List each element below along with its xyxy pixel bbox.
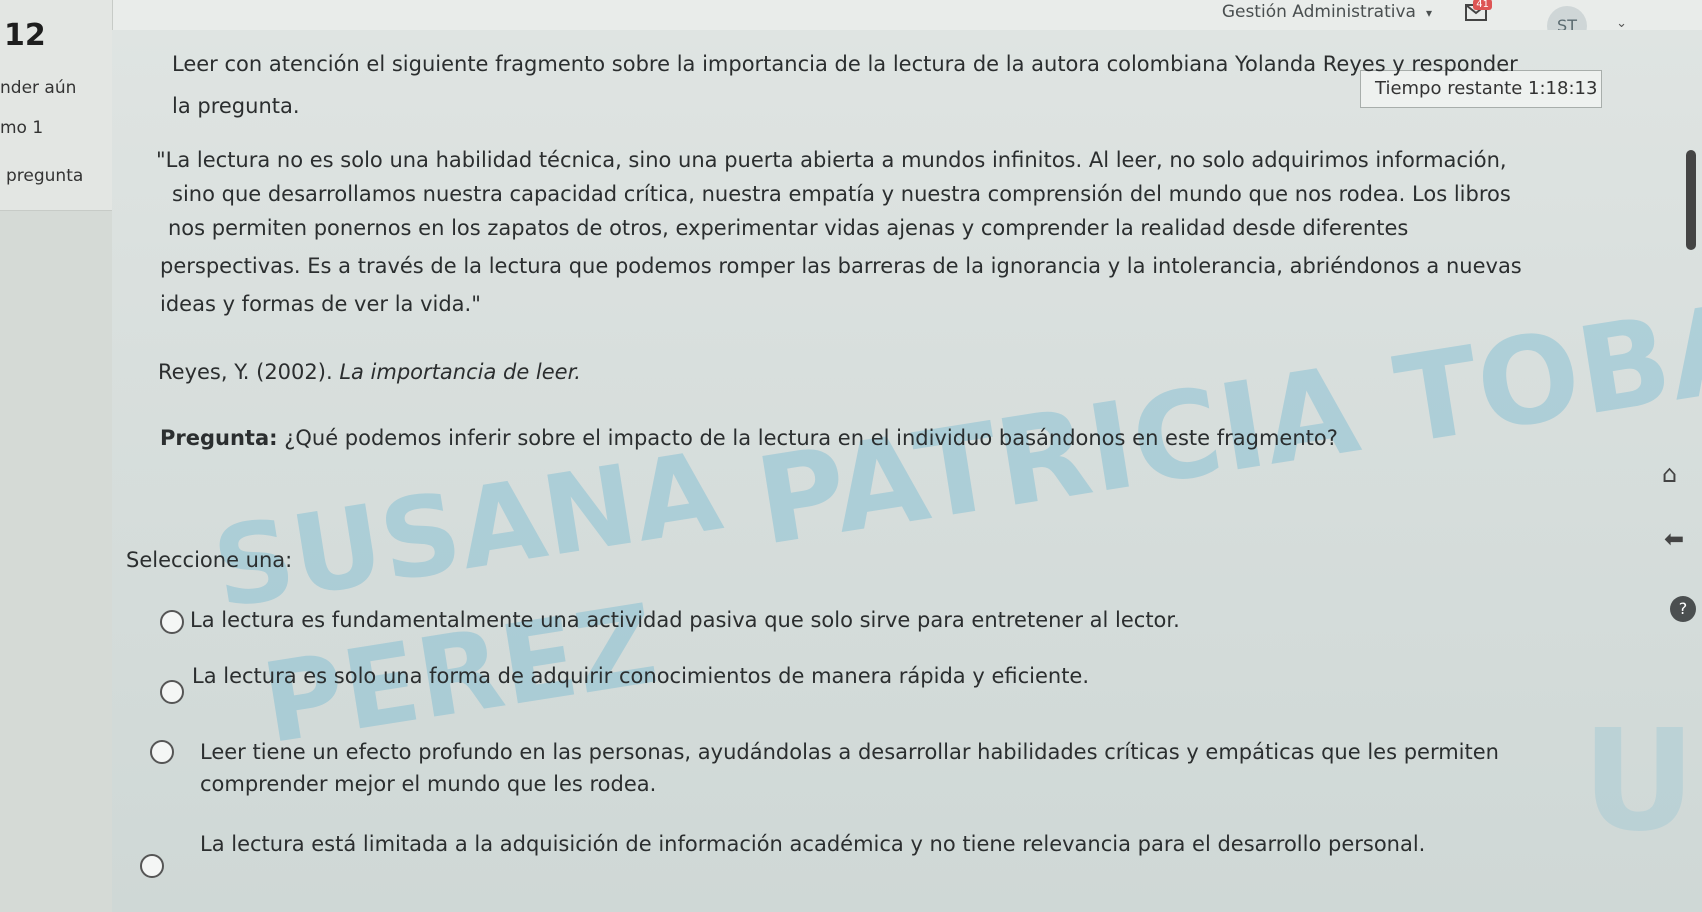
reference: Reyes, Y. (2002). La importancia de leer… (158, 360, 581, 384)
flag-question-link[interactable]: pregunta (6, 166, 83, 186)
instruction-text: Leer con atención el siguiente fragmento… (172, 52, 1518, 76)
back-arrow-icon[interactable]: ⬅ (1664, 525, 1684, 553)
help-icon[interactable]: ? (1670, 596, 1696, 622)
instruction-text: la pregunta. (172, 94, 300, 118)
university-logo: UN (1582, 700, 1702, 863)
chevron-down-icon[interactable]: ▾ (1426, 6, 1432, 20)
quote-line: "La lectura no es solo una habilidad téc… (156, 148, 1507, 172)
question-mark: mo 1 (0, 118, 44, 138)
reference-author: Reyes, Y. (2002). (158, 360, 340, 384)
timer-label: Tiempo restante (1375, 78, 1523, 99)
notifications-badge: 41 (1473, 0, 1492, 10)
answer-radio[interactable] (160, 610, 184, 634)
quote-line: ideas y formas de ver la vida." (160, 292, 481, 316)
question-state: nder aún (0, 78, 77, 98)
answer-option[interactable]: Leer tiene un efecto profundo en las per… (200, 740, 1499, 764)
scrollbar[interactable] (1686, 150, 1696, 250)
top-bar: Gestión Administrativa ▾ 41 ST ⌄ (0, 0, 1702, 46)
select-label: Seleccione una: (126, 548, 293, 572)
chevron-down-icon[interactable]: ⌄ (1616, 16, 1627, 31)
timer-value: 1:18:13 (1528, 78, 1598, 99)
answer-radio[interactable] (140, 854, 164, 878)
user-menu[interactable]: Gestión Administrativa ▾ (1222, 2, 1432, 22)
quote-line: nos permiten ponernos en los zapatos de … (168, 216, 1409, 240)
watermark-text: PATRICIA TOBAR (747, 262, 1702, 573)
answer-radio[interactable] (160, 680, 184, 704)
prompt-label: Pregunta: (160, 426, 278, 450)
menu-label[interactable]: Gestión Administrativa (1222, 2, 1416, 22)
answer-option[interactable]: La lectura es solo una forma de adquirir… (192, 664, 1089, 688)
answer-radio[interactable] (150, 740, 174, 764)
question-info-panel: 12 nder aún mo 1 pregunta (0, 0, 113, 211)
quote-line: sino que desarrollamos nuestra capacidad… (172, 182, 1511, 206)
reference-title: La importancia de leer. (339, 360, 581, 384)
quote-line: perspectivas. Es a través de la lectura … (160, 254, 1522, 278)
answer-option[interactable]: La lectura está limitada a la adquisició… (200, 832, 1425, 856)
watermark-text: SUSANA (205, 426, 729, 634)
answer-option[interactable]: La lectura es fundamentalmente una activ… (190, 608, 1180, 632)
prompt-text: ¿Qué podemos inferir sobre el impacto de… (277, 426, 1338, 450)
question-prompt: Pregunta: ¿Qué podemos inferir sobre el … (160, 426, 1338, 450)
answer-option-continued[interactable]: comprender mejor el mundo que les rodea. (200, 772, 656, 796)
home-icon[interactable]: ⌂ (1662, 460, 1677, 488)
question-number: 12 (4, 18, 46, 53)
